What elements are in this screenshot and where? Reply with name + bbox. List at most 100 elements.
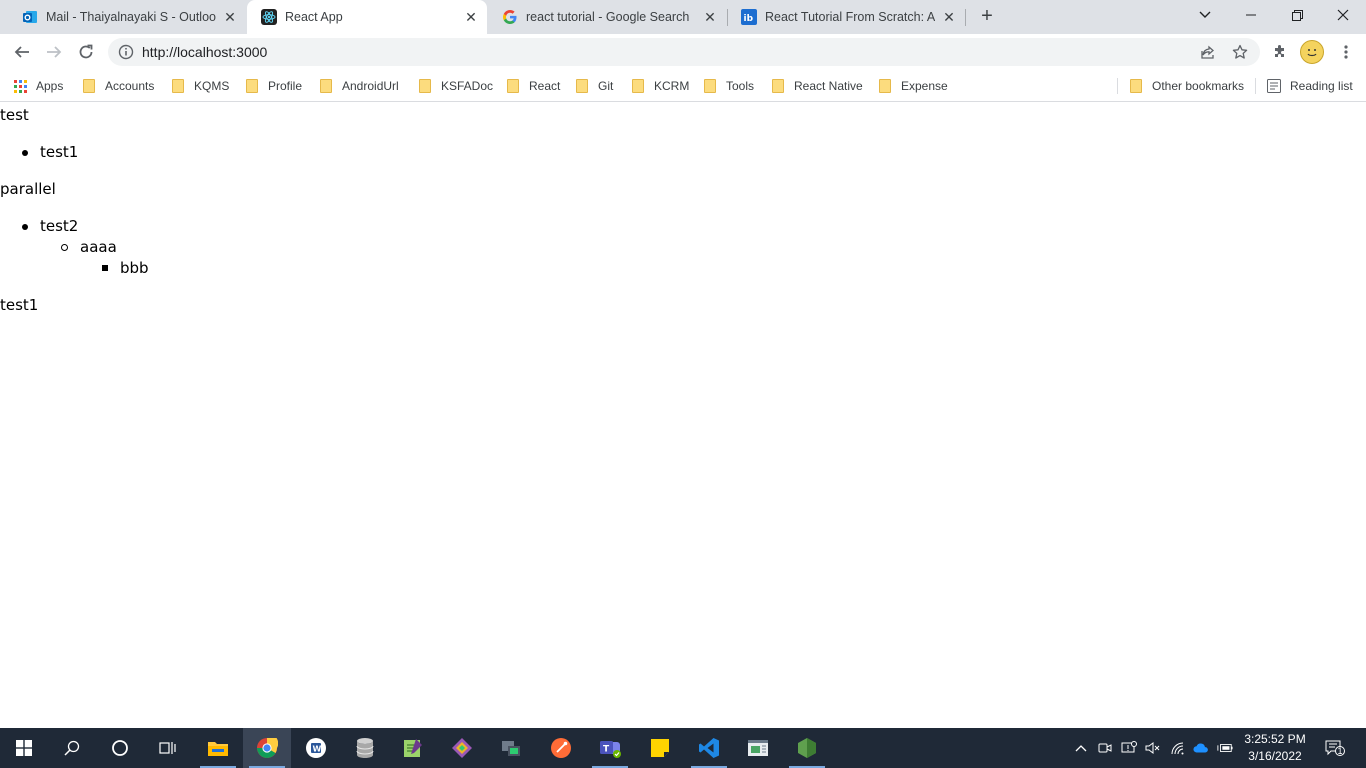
- taskbar-file-explorer[interactable]: [194, 728, 242, 768]
- close-window-button[interactable]: [1320, 0, 1366, 30]
- bookmark-folder[interactable]: AndroidUrl: [320, 77, 399, 95]
- bookmark-label: Accounts: [105, 79, 155, 93]
- folder-icon: [772, 79, 784, 93]
- list-item: test1: [40, 143, 79, 161]
- tab-search-button[interactable]: [1182, 0, 1228, 30]
- tab-react-app[interactable]: React App ✕: [247, 0, 487, 34]
- kebab-menu-icon: [1344, 45, 1348, 59]
- tray-meet-now[interactable]: [1097, 740, 1113, 756]
- windows-logo-icon: [16, 740, 32, 756]
- restore-button[interactable]: [1274, 0, 1320, 30]
- cortana-button[interactable]: [96, 728, 144, 768]
- search-button[interactable]: [48, 728, 96, 768]
- bookmark-folder[interactable]: KSFADoc: [419, 77, 493, 95]
- bullet-disc: [22, 224, 28, 230]
- tab-outlook[interactable]: Mail - Thaiyalnayaki S - Outlook ✕: [8, 0, 246, 34]
- taskbar-app-remote[interactable]: [487, 728, 535, 768]
- taskbar-app-sticky-notes[interactable]: [636, 728, 684, 768]
- tab-title: React Tutorial From Scratch: A Step: [765, 10, 935, 24]
- tray-network-status[interactable]: [1121, 740, 1137, 756]
- folder-icon: [704, 79, 716, 93]
- forward-button[interactable]: [42, 40, 66, 64]
- task-view-icon: [159, 742, 176, 754]
- share-icon[interactable]: [1200, 44, 1216, 60]
- bookmark-star-icon[interactable]: [1232, 44, 1248, 60]
- wifi-icon: [1171, 742, 1184, 755]
- list-item: aaaa: [80, 238, 117, 256]
- reload-button[interactable]: [74, 40, 98, 64]
- profile-avatar[interactable]: [1300, 40, 1324, 64]
- sticky-note-icon: [651, 739, 669, 757]
- folder-icon: [246, 79, 258, 93]
- bookmark-label: Git: [598, 79, 614, 93]
- bookmark-separator: [1117, 78, 1118, 94]
- bookmark-apps[interactable]: Apps: [14, 77, 63, 95]
- bookmark-folder[interactable]: React Native: [772, 77, 863, 95]
- bookmark-folder[interactable]: Accounts: [83, 77, 154, 95]
- close-icon[interactable]: ✕: [463, 9, 479, 25]
- smiley-icon: [1304, 44, 1320, 60]
- tray-wifi[interactable]: [1170, 740, 1186, 756]
- bookmark-folder[interactable]: Profile: [246, 77, 302, 95]
- back-arrow-icon: [14, 46, 29, 58]
- tray-volume[interactable]: [1145, 740, 1161, 756]
- close-icon[interactable]: ✕: [702, 9, 718, 25]
- close-icon[interactable]: ✕: [222, 9, 238, 25]
- taskbar-app-vscode[interactable]: [685, 728, 733, 768]
- taskbar-chrome[interactable]: [243, 728, 291, 768]
- volume-muted-icon: [1145, 742, 1160, 754]
- info-icon[interactable]: [118, 44, 134, 60]
- text-line: test: [0, 106, 29, 124]
- svg-text:T: T: [603, 745, 610, 755]
- action-center-button[interactable]: 1: [1325, 740, 1345, 756]
- taskbar-app-nodejs[interactable]: [783, 728, 831, 768]
- new-tab-button[interactable]: +: [976, 6, 998, 28]
- bookmark-label: KCRM: [654, 79, 690, 93]
- task-view-button[interactable]: [144, 728, 192, 768]
- bookmark-folder[interactable]: Git: [576, 77, 613, 95]
- address-bar[interactable]: http://localhost:3000: [108, 38, 1260, 66]
- taskbar-app-window[interactable]: [734, 728, 782, 768]
- bookmark-label: Profile: [268, 79, 303, 93]
- tray-battery[interactable]: [1217, 740, 1233, 756]
- bookmark-folder[interactable]: Tools: [704, 77, 754, 95]
- reload-icon: [79, 44, 93, 59]
- minimize-button[interactable]: [1228, 0, 1274, 30]
- reading-list-icon: [1267, 79, 1281, 93]
- reading-list[interactable]: Reading list: [1267, 77, 1353, 95]
- bookmark-label: Expense: [901, 79, 948, 93]
- folder-icon: [632, 79, 644, 93]
- camera-icon: [1098, 743, 1112, 753]
- tab-react-tutorial[interactable]: ib React Tutorial From Scratch: A Step ✕: [727, 0, 965, 34]
- taskbar-app-word[interactable]: W: [292, 728, 340, 768]
- extensions-button[interactable]: [1268, 40, 1292, 64]
- svg-text:W: W: [313, 745, 322, 754]
- show-hidden-icons-button[interactable]: [1073, 740, 1089, 756]
- bookmark-folder[interactable]: React: [507, 77, 560, 95]
- system-clock[interactable]: 3:25:52 PM 3/16/2022: [1240, 731, 1310, 765]
- taskbar-app-git[interactable]: [438, 728, 486, 768]
- svg-text:ib: ib: [744, 14, 754, 24]
- bookmark-folder[interactable]: KQMS: [172, 77, 229, 95]
- notepad-plus-icon: [404, 739, 422, 757]
- word-circle-icon: W: [306, 738, 326, 758]
- start-button[interactable]: [0, 728, 48, 768]
- folder-icon: [879, 79, 891, 93]
- taskbar-app-notepad[interactable]: [389, 728, 437, 768]
- tab-google-search[interactable]: react tutorial - Google Search ✕: [488, 0, 726, 34]
- folder-icon: [320, 79, 332, 93]
- back-button[interactable]: [10, 40, 34, 64]
- menu-button[interactable]: [1334, 40, 1358, 64]
- tray-onedrive[interactable]: [1193, 740, 1209, 756]
- cloud-icon: [1193, 743, 1208, 753]
- taskbar-app-teams[interactable]: T: [586, 728, 634, 768]
- bullet-circle: [61, 244, 68, 251]
- react-icon: [261, 9, 277, 25]
- bookmark-folder[interactable]: Expense: [879, 77, 948, 95]
- other-bookmarks[interactable]: Other bookmarks: [1130, 77, 1244, 95]
- taskbar-app-postman[interactable]: [537, 728, 585, 768]
- close-icon[interactable]: ✕: [941, 9, 957, 25]
- taskbar-app-database[interactable]: [341, 728, 389, 768]
- bookmark-folder[interactable]: KCRM: [632, 77, 689, 95]
- postman-icon: [551, 738, 571, 758]
